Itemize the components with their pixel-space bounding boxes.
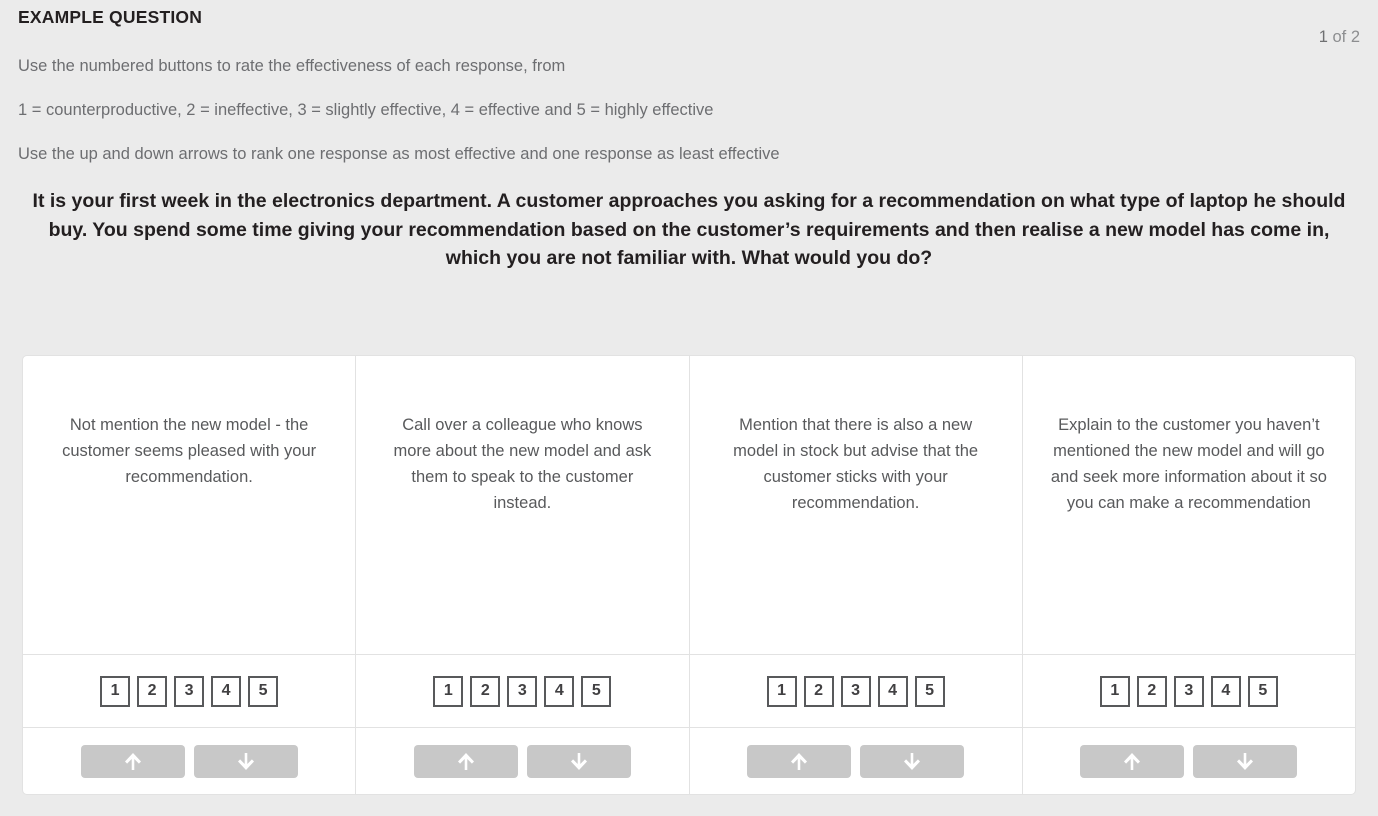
rating-button-3[interactable]: 3: [507, 675, 538, 707]
page-indicator: 1 of 2: [1291, 7, 1360, 67]
rank-controls: [356, 728, 688, 794]
rating-scale: 1 2 3 4 5: [23, 655, 356, 728]
arrow-up-icon: [456, 751, 476, 772]
arrow-down-icon: [902, 751, 922, 772]
arrow-down-icon: [1235, 751, 1255, 772]
answer-text-cell: Not mention the new model - the customer…: [23, 356, 356, 655]
rank-up-button[interactable]: [80, 744, 185, 778]
arrow-down-icon: [236, 751, 256, 772]
arrow-up-icon: [1122, 751, 1142, 772]
answer-option-text: Call over a colleague who knows more abo…: [393, 416, 652, 512]
rating-button-4[interactable]: 4: [877, 675, 908, 707]
answer-options-panel: Not mention the new model - the customer…: [22, 355, 1356, 795]
rating-button-1[interactable]: 1: [433, 675, 464, 707]
instructions-block: Use the numbered buttons to rate the eff…: [18, 41, 1360, 165]
rating-scale: 1 2 3 4 5: [356, 655, 689, 728]
rating-button-3[interactable]: 3: [174, 675, 205, 707]
instruction-line-2: 1 = counterproductive, 2 = ineffective, …: [18, 101, 714, 119]
answer-option-text: Mention that there is also a new model i…: [733, 416, 979, 512]
rank-controls: [23, 728, 355, 794]
answer-text-cell: Explain to the customer you haven’t ment…: [1022, 356, 1355, 655]
rating-button-2[interactable]: 2: [470, 675, 501, 707]
rating-scale: 1 2 3 4 5: [689, 655, 1022, 728]
rating-button-3[interactable]: 3: [840, 675, 871, 707]
rating-button-4[interactable]: 4: [544, 675, 575, 707]
answer-column: Explain to the customer you haven’t ment…: [1022, 356, 1355, 794]
rank-down-button[interactable]: [526, 744, 631, 778]
rank-controls: [690, 728, 1022, 794]
answer-column: Call over a colleague who knows more abo…: [356, 356, 690, 794]
answer-text-cell: Mention that there is also a new model i…: [689, 356, 1022, 655]
instruction-line-1: Use the numbered buttons to rate the eff…: [18, 57, 566, 75]
rank-up-button[interactable]: [413, 744, 518, 778]
page-indicator-current: 1: [1318, 28, 1328, 46]
rating-button-2[interactable]: 2: [1136, 675, 1167, 707]
page-indicator-total: of 2: [1327, 28, 1360, 46]
example-question-screen: EXAMPLE QUESTION 1 of 2 Use the numbered…: [0, 0, 1378, 816]
rank-down-button[interactable]: [860, 744, 965, 778]
answer-option-text: Not mention the new model - the customer…: [62, 416, 317, 486]
arrow-down-icon: [569, 751, 589, 772]
arrow-up-icon: [123, 751, 143, 772]
rating-button-1[interactable]: 1: [766, 675, 797, 707]
page-title: EXAMPLE QUESTION: [18, 7, 203, 27]
rating-scale: 1 2 3 4 5: [1022, 655, 1355, 728]
rating-button-5[interactable]: 5: [581, 675, 612, 707]
rating-button-4[interactable]: 4: [1210, 675, 1241, 707]
rank-up-button[interactable]: [747, 744, 852, 778]
answer-column: Mention that there is also a new model i…: [689, 356, 1023, 794]
answer-option-text: Explain to the customer you haven’t ment…: [1050, 416, 1327, 512]
rating-button-5[interactable]: 5: [248, 675, 279, 707]
rating-button-4[interactable]: 4: [211, 675, 242, 707]
rank-down-button[interactable]: [193, 744, 298, 778]
instruction-line-3: Use the up and down arrows to rank one r…: [18, 145, 780, 163]
rating-button-2[interactable]: 2: [137, 675, 168, 707]
question-stem: It is your first week in the electronics…: [32, 190, 1346, 269]
rating-button-3[interactable]: 3: [1173, 675, 1204, 707]
arrow-up-icon: [789, 751, 809, 772]
rank-down-button[interactable]: [1193, 744, 1298, 778]
rating-button-1[interactable]: 1: [1099, 675, 1130, 707]
rank-controls: [1023, 728, 1355, 794]
rating-button-5[interactable]: 5: [1247, 675, 1278, 707]
answer-column: Not mention the new model - the customer…: [23, 356, 357, 794]
header: EXAMPLE QUESTION 1 of 2: [18, 0, 1360, 46]
rank-up-button[interactable]: [1080, 744, 1185, 778]
rating-button-2[interactable]: 2: [803, 675, 834, 707]
rating-button-1[interactable]: 1: [100, 675, 131, 707]
rating-button-5[interactable]: 5: [914, 675, 945, 707]
answer-text-cell: Call over a colleague who knows more abo…: [356, 356, 689, 655]
